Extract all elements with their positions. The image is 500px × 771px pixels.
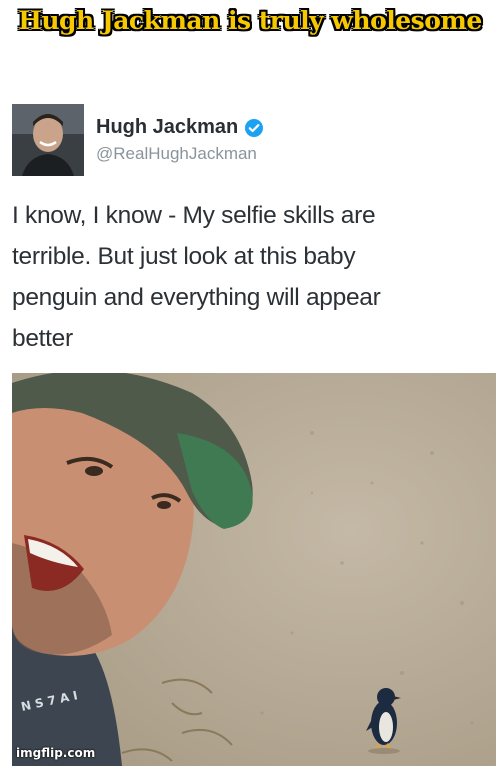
avatar[interactable] [12, 104, 84, 176]
tweet-header: Hugh Jackman @RealHughJackman [12, 104, 482, 180]
display-name[interactable]: Hugh Jackman [96, 116, 238, 139]
avatar-image [12, 104, 84, 176]
meme-caption: Hugh Jackman is truly wholesome [0, 0, 500, 40]
handle[interactable]: @RealHughJackman [96, 144, 264, 164]
meme-caption-text: Hugh Jackman is truly wholesome [18, 5, 482, 35]
imgflip-watermark: imgflip.com [16, 746, 96, 760]
tweet-text-line: better [12, 325, 73, 352]
verified-badge-icon [244, 118, 264, 138]
selfie-illustration: N S 7 A I [12, 373, 496, 766]
tweet-text: I know, I know - My selfie skills are te… [12, 195, 487, 359]
name-block: Hugh Jackman @RealHughJackman [96, 116, 264, 164]
tweet-text-line: terrible. But just look at this baby [12, 243, 356, 270]
tweet-text-line: penguin and everything will appear [12, 284, 381, 311]
tweet-text-line: I know, I know - My selfie skills are [12, 202, 376, 229]
selfie-photo[interactable]: N S 7 A I imgflip.com [12, 373, 496, 766]
